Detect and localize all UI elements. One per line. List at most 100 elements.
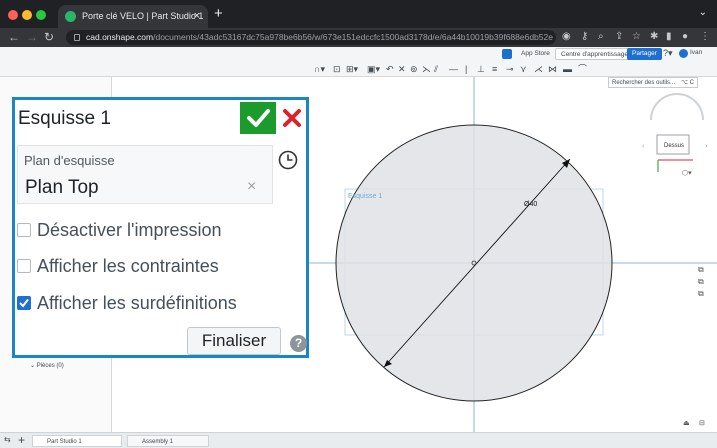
parts-list-header[interactable]: ⌄ Pièces (0) — [30, 362, 64, 369]
side-panel-icon[interactable]: ▮ — [666, 30, 672, 44]
view-cube-face-label: Dessus — [664, 143, 684, 149]
view-cube-right-arrow-icon[interactable]: › — [705, 143, 708, 150]
tab-search-chevron-icon[interactable]: ⌄ — [699, 7, 707, 18]
tab-part-studio[interactable]: Part Studio 1 — [32, 435, 122, 447]
view-tool-3-icon[interactable]: ⧉ — [698, 289, 704, 298]
tangent-constraint-icon[interactable]: ⊸ — [506, 63, 514, 75]
view-cube-orbit-ring — [650, 93, 704, 121]
extension-icon[interactable]: ◉ — [562, 30, 571, 44]
chevron-down-icon: ⌄ — [30, 363, 37, 369]
browser-tab[interactable]: Porte clé VELO | Part Studio 1 × — [58, 5, 208, 28]
diameter-dimension-label[interactable]: Ø40 — [524, 201, 537, 208]
key-icon[interactable]: ⚷ — [581, 30, 588, 44]
view-options-icon[interactable]: ⬡▾ — [682, 169, 692, 177]
view-cube[interactable]: Dessus ‹ › ⬡▾ — [642, 93, 708, 177]
sketch-plane-label: Plan d'esquisse — [24, 153, 115, 168]
document-tab-bar: ⇆ + Part Studio 1 Assembly 1 — [0, 432, 717, 448]
help-icon[interactable]: ? — [290, 335, 307, 352]
minimize-window-button[interactable] — [22, 10, 32, 20]
bottom-view-tool-1-icon[interactable]: ⏏ — [683, 420, 690, 427]
sketch-toolbar: ∩▾ ⊡ ⊞▾ ▣▾ ↶ ✕ ⊚ ⋋ ⫽ — | ⊥ ≡ ⊸ ⋎ ⋌ ⋈ ▬ ⌒… — [0, 61, 717, 88]
new-tab-button[interactable]: + — [214, 6, 223, 22]
learning-center-button[interactable]: Centre d'apprentissage — [555, 48, 635, 60]
use-tool-icon[interactable]: ⋋ — [422, 63, 431, 75]
app-store-button[interactable]: App Store — [516, 48, 555, 60]
rectangle-tool-icon[interactable]: ⊞▾ — [346, 63, 358, 75]
pierce-constraint-icon[interactable]: ⋈ — [548, 63, 557, 75]
tab-assembly[interactable]: Assembly 1 — [127, 435, 209, 447]
spline-tool-icon[interactable]: ↶ — [386, 63, 394, 75]
user-name[interactable]: Ivan — [690, 49, 702, 56]
show-constraints-checkbox[interactable] — [17, 259, 31, 273]
view-cube-left-arrow-icon[interactable]: ‹ — [642, 143, 645, 150]
arc-tool-icon[interactable]: ∩▾ — [314, 63, 325, 75]
offset-tool-icon[interactable]: ⫽ — [434, 63, 438, 75]
share-button[interactable]: Partager — [627, 48, 662, 60]
equal-constraint-icon[interactable]: ≡ — [492, 63, 497, 75]
perpendicular-constraint-icon[interactable]: ⊥ — [477, 63, 485, 75]
show-overdefined-label: Afficher les surdéfinitions — [37, 293, 237, 313]
finalize-button[interactable]: Finaliser — [187, 327, 281, 355]
normal-constraint-icon[interactable]: ⋌ — [534, 63, 543, 75]
dialog-title: Esquisse 1 — [18, 108, 111, 129]
slot-tool-icon[interactable]: ▣▾ — [367, 63, 380, 75]
clear-plane-icon[interactable]: × — [247, 178, 256, 196]
view-tool-2-icon[interactable]: ⧉ — [698, 277, 704, 286]
user-avatar[interactable] — [679, 49, 688, 58]
close-icon — [283, 109, 301, 127]
point-tool-icon[interactable]: ⊚ — [410, 63, 418, 75]
address-bar[interactable]: cad.onshape.com/documents/43adc53167dc75… — [66, 30, 556, 45]
tab-manager-icon[interactable]: ⇆ — [4, 435, 11, 444]
confirm-button[interactable] — [240, 102, 276, 134]
onshape-app: App Store Centre d'apprentissage Partage… — [0, 47, 717, 448]
zoom-icon[interactable]: ⌕ — [598, 30, 604, 44]
part-studio-tab-label: Part Studio 1 — [47, 439, 82, 445]
parts-count-label: Pièces (0) — [36, 363, 64, 369]
reload-icon[interactable]: ↻ — [44, 30, 54, 44]
history-clock-icon[interactable] — [278, 150, 298, 170]
sketch-plane-value: Plan Top — [25, 177, 99, 198]
vertical-constraint-icon[interactable]: | — [465, 63, 467, 75]
horizontal-constraint-icon[interactable]: — — [449, 63, 458, 75]
checkbox-check-icon — [19, 298, 29, 308]
sketch-dialog: Esquisse 1 Plan d'esquisse Plan Top × Dé… — [12, 97, 309, 358]
share-page-icon[interactable]: ⇪ — [615, 30, 623, 44]
back-arrow-icon[interactable]: ← — [8, 30, 20, 44]
help-menu-icon[interactable]: ?▾ — [663, 48, 673, 59]
browser-tab-title: Porte clé VELO | Part Studio 1 — [82, 11, 204, 21]
notification-icon[interactable] — [502, 49, 512, 59]
view-tool-1-icon[interactable]: ⧉ — [698, 265, 704, 274]
tab-close-icon[interactable]: × — [194, 5, 200, 28]
bottom-view-tool-2-icon[interactable]: ⊟ — [699, 420, 705, 427]
forward-arrow-icon[interactable]: → — [26, 30, 38, 44]
sketch-name-label: Esquisse 1 — [348, 193, 382, 200]
arc-constraint-icon[interactable]: ⌒ — [578, 63, 587, 75]
extensions-puzzle-icon[interactable]: ✱ — [650, 30, 658, 44]
disable-print-checkbox[interactable] — [17, 223, 31, 237]
url-host: cad.onshape.com — [86, 32, 154, 42]
bookmark-star-icon[interactable]: ☆ — [632, 30, 641, 44]
cancel-button[interactable] — [277, 102, 307, 134]
add-tab-button[interactable]: + — [18, 433, 25, 447]
onshape-favicon-icon — [65, 11, 76, 22]
browser-toolbar: ← → ↻ cad.onshape.com/documents/43adc531… — [0, 28, 717, 47]
sketch-plane-field[interactable]: Plan d'esquisse Plan Top × — [17, 145, 273, 204]
maximize-window-button[interactable] — [36, 10, 46, 20]
browser-tab-bar: Porte clé VELO | Part Studio 1 × + ⌄ — [0, 0, 717, 28]
chrome-menu-icon[interactable]: ⋮ — [700, 30, 710, 44]
disable-print-label: Désactiver l'impression — [37, 220, 222, 240]
checkmark-icon — [247, 109, 270, 127]
trim-tool-icon[interactable]: ✕ — [398, 63, 406, 75]
close-window-button[interactable] — [8, 10, 18, 20]
midpoint-constraint-icon[interactable]: ⋎ — [520, 63, 527, 75]
construction-tool-icon[interactable]: ⊡ — [333, 63, 341, 75]
show-constraints-label: Afficher les contraintes — [37, 256, 219, 276]
document-top-bar: App Store Centre d'apprentissage Partage… — [0, 47, 717, 61]
lock-icon — [74, 34, 80, 41]
sketch-circle[interactable] — [335, 124, 613, 402]
show-overdefined-checkbox[interactable] — [17, 296, 31, 310]
profile-icon[interactable]: ● — [682, 30, 688, 44]
fix-constraint-icon[interactable]: ▬ — [563, 63, 572, 75]
assembly-tab-label: Assembly 1 — [142, 439, 174, 445]
url-path: /documents/43adc53167dc75a978be6b56/w/67… — [153, 32, 553, 42]
